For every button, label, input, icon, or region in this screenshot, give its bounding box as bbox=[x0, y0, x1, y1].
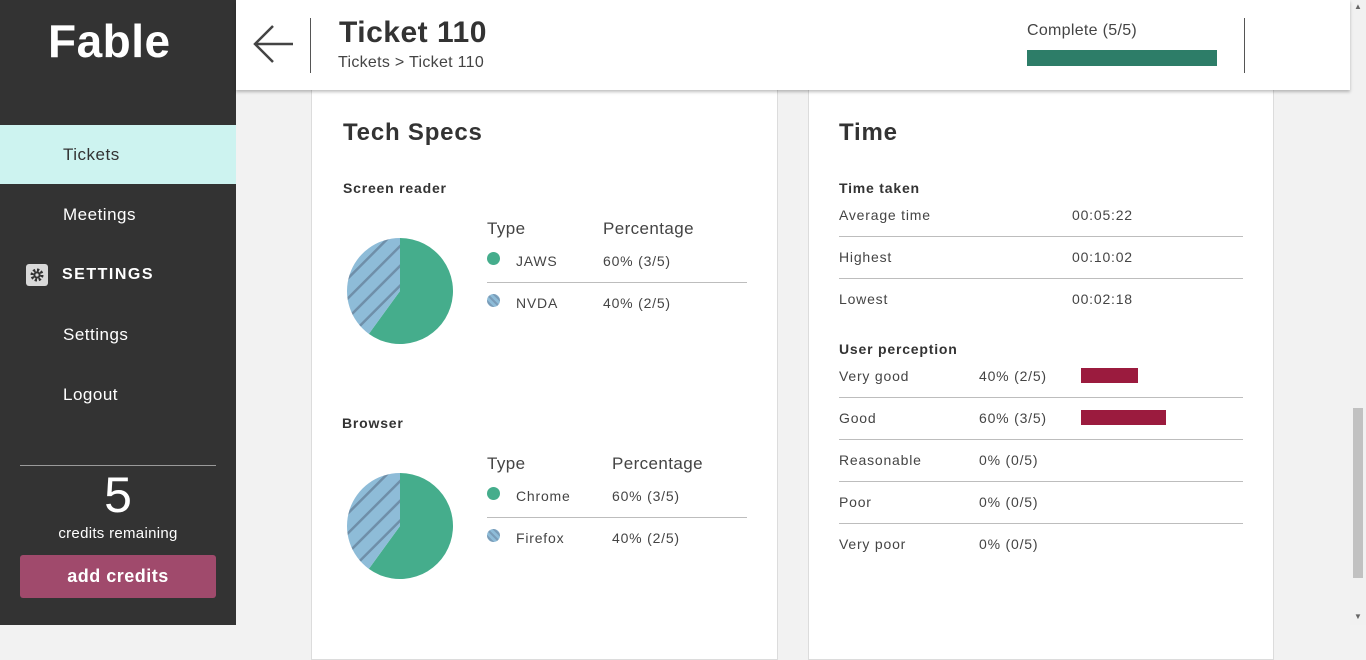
legend-type: NVDA bbox=[516, 295, 559, 311]
status-progress-fill bbox=[1027, 50, 1217, 66]
perception-row-label: Good bbox=[839, 410, 877, 426]
time-card: Time Time taken Average time 00:05:22 Hi… bbox=[808, 60, 1274, 660]
legend-percentage: 40% (2/5) bbox=[603, 295, 671, 311]
legend-type: Chrome bbox=[516, 488, 571, 504]
back-button[interactable] bbox=[252, 22, 296, 66]
col-header-percentage: Percentage bbox=[612, 454, 703, 473]
browser-pie-chart bbox=[347, 473, 453, 579]
perception-row-label: Reasonable bbox=[839, 452, 922, 468]
sidebar-item-tickets[interactable]: Tickets bbox=[0, 125, 236, 184]
header-divider bbox=[310, 18, 311, 73]
sidebar-item-label: Settings bbox=[63, 324, 129, 344]
sidebar-item-logout[interactable]: Logout bbox=[0, 365, 236, 424]
breadcrumb-separator: > bbox=[390, 54, 410, 71]
row-divider bbox=[839, 481, 1243, 482]
time-row-label: Highest bbox=[839, 249, 893, 265]
arrow-left-icon bbox=[253, 25, 293, 63]
row-divider bbox=[839, 278, 1243, 279]
perception-row-value: 0% (0/5) bbox=[979, 452, 1039, 468]
col-header-type: Type bbox=[487, 454, 526, 473]
sidebar-item-label: Logout bbox=[63, 384, 118, 404]
breadcrumb: Tickets > Ticket 110 bbox=[338, 54, 484, 72]
perception-row-label: Poor bbox=[839, 494, 872, 510]
page-title: Ticket 110 bbox=[339, 16, 487, 49]
time-row-value: 00:10:02 bbox=[1072, 249, 1133, 265]
page-header: Ticket 110 Tickets > Ticket 110 Complete… bbox=[236, 0, 1350, 90]
legend-percentage: 60% (3/5) bbox=[612, 488, 680, 504]
perception-bar bbox=[1081, 368, 1138, 383]
vertical-scrollbar[interactable]: ▲ ▼ bbox=[1350, 0, 1366, 625]
legend-swatch-firefox bbox=[487, 529, 500, 542]
legend-type: JAWS bbox=[516, 253, 558, 269]
section-label: Browser bbox=[342, 415, 404, 431]
legend-percentage: 40% (2/5) bbox=[612, 530, 680, 546]
row-divider bbox=[839, 397, 1243, 398]
time-row-label: Average time bbox=[839, 207, 931, 223]
col-header-percentage: Percentage bbox=[603, 219, 694, 238]
scrollbar-thumb[interactable] bbox=[1353, 408, 1363, 578]
perception-bar bbox=[1081, 410, 1166, 425]
time-row-value: 00:02:18 bbox=[1072, 291, 1133, 307]
sidebar-item-meetings[interactable]: Meetings bbox=[0, 185, 236, 244]
perception-row-value: 0% (0/5) bbox=[979, 536, 1039, 552]
breadcrumb-link-tickets[interactable]: Tickets bbox=[338, 54, 390, 71]
legend-swatch-nvda bbox=[487, 294, 500, 307]
perception-row-label: Very poor bbox=[839, 536, 907, 552]
sidebar: Fable Tickets Meetings SETTINGS Settings… bbox=[0, 0, 236, 625]
credits-label: credits remaining bbox=[58, 525, 178, 542]
scroll-down-arrow-icon[interactable]: ▼ bbox=[1353, 612, 1363, 622]
sidebar-item-settings[interactable]: Settings bbox=[0, 305, 236, 364]
settings-section-label: SETTINGS bbox=[62, 266, 155, 283]
breadcrumb-current: Ticket 110 bbox=[409, 54, 485, 71]
perception-row-value: 0% (0/5) bbox=[979, 494, 1039, 510]
sidebar-item-label: Tickets bbox=[63, 144, 120, 164]
section-label: User perception bbox=[839, 341, 958, 357]
credits-count: 5 bbox=[104, 467, 132, 523]
row-divider bbox=[839, 523, 1243, 524]
card-title: Tech Specs bbox=[343, 119, 483, 146]
settings-section-header: SETTINGS bbox=[0, 260, 236, 290]
time-row-label: Lowest bbox=[839, 291, 889, 307]
row-divider bbox=[487, 282, 747, 283]
col-header-type: Type bbox=[487, 219, 526, 238]
app-logo[interactable]: Fable bbox=[48, 14, 171, 68]
time-row-value: 00:05:22 bbox=[1072, 207, 1133, 223]
legend-type: Firefox bbox=[516, 530, 565, 546]
legend-swatch-jaws bbox=[487, 252, 500, 265]
header-divider bbox=[1244, 18, 1245, 73]
add-credits-button[interactable]: add credits bbox=[20, 555, 216, 598]
card-title: Time bbox=[839, 119, 898, 146]
gear-icon bbox=[26, 264, 48, 286]
perception-row-value: 40% (2/5) bbox=[979, 368, 1047, 384]
section-label: Screen reader bbox=[343, 180, 447, 196]
legend-percentage: 60% (3/5) bbox=[603, 253, 671, 269]
row-divider bbox=[839, 439, 1243, 440]
perception-row-label: Very good bbox=[839, 368, 910, 384]
legend-swatch-chrome bbox=[487, 487, 500, 500]
row-divider bbox=[839, 236, 1243, 237]
status-progress-bar bbox=[1027, 50, 1217, 66]
tech-specs-card: Tech Specs Screen reader Type Percentage… bbox=[311, 60, 778, 660]
row-divider bbox=[487, 517, 747, 518]
screen-reader-pie-chart bbox=[347, 238, 453, 344]
status-label: Complete (5/5) bbox=[1027, 22, 1138, 39]
perception-row-value: 60% (3/5) bbox=[979, 410, 1047, 426]
section-label: Time taken bbox=[839, 180, 920, 196]
sidebar-item-label: Meetings bbox=[63, 204, 136, 224]
scroll-up-arrow-icon[interactable]: ▲ bbox=[1353, 2, 1363, 12]
